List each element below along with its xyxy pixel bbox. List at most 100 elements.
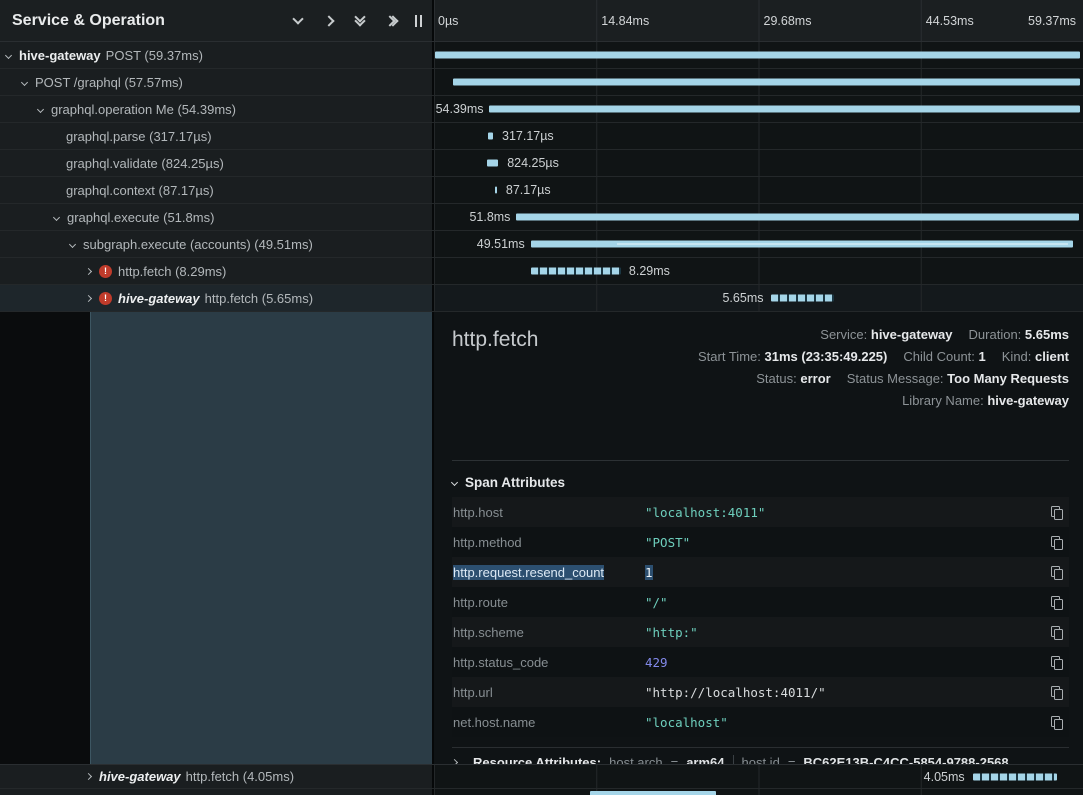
- span-row: subgraph.execute (accounts) (49.51ms) 49…: [0, 231, 1083, 258]
- span-bar-row: [434, 789, 1083, 795]
- span-duration-label: 5.65ms: [722, 291, 763, 305]
- span-bar[interactable]: [973, 773, 1057, 780]
- attr-value: "/": [645, 595, 668, 610]
- span-row: graphql.operation Me (54.39ms) 54.39ms: [0, 96, 1083, 123]
- span-bar[interactable]: [453, 79, 1080, 86]
- span-bar[interactable]: [435, 52, 1080, 59]
- attr-key: http.method: [453, 535, 522, 550]
- span-bar[interactable]: [531, 268, 621, 275]
- copy-icon[interactable]: [1051, 506, 1063, 519]
- attr-row: http.url "http://localhost:4011/": [452, 677, 1069, 707]
- span-bar[interactable]: [531, 241, 1074, 248]
- chevron-down-icon[interactable]: [37, 105, 44, 112]
- copy-icon[interactable]: [1051, 536, 1063, 549]
- meta-status-message: Status Message: Too Many Requests: [847, 368, 1069, 390]
- span-service: hive-gateway: [118, 291, 200, 306]
- span-row: hive-gateway http.fetch (4.05ms) 4.05ms: [0, 764, 1083, 789]
- attr-key: http.scheme: [453, 625, 524, 640]
- trace-viewer: Service & Operation 0µs 14.84ms 29.68ms …: [0, 0, 1083, 795]
- attr-value: 1: [645, 565, 653, 580]
- resource-value: BC62E13B-C4CC-5854-9788-2568…: [803, 755, 1021, 764]
- span-tree-item[interactable]: hive-gateway http.fetch (4.05ms): [0, 765, 434, 788]
- collapse-one-icon[interactable]: [291, 14, 305, 28]
- span-tree-item[interactable]: http.fetch (8.29ms): [0, 258, 434, 284]
- span-bar[interactable]: [487, 160, 498, 167]
- expand-one-icon[interactable]: [322, 14, 336, 28]
- span-tree-item[interactable]: graphql.operation Me (54.39ms): [0, 96, 434, 122]
- panel-resize-handle[interactable]: [415, 15, 422, 27]
- span-tree-item[interactable]: subgraph.execute (accounts) (49.51ms): [0, 231, 434, 257]
- span-duration-label: 54.39ms: [436, 102, 484, 116]
- span-attributes-toggle[interactable]: Span Attributes: [452, 475, 1069, 490]
- chevron-down-icon[interactable]: [53, 213, 60, 220]
- chevron-down-icon: [451, 479, 458, 486]
- span-tree-item[interactable]: graphql.validate (824.25µs): [0, 150, 434, 176]
- span-detail-panel: http.fetch Service: hive-gateway Duratio…: [434, 312, 1083, 764]
- left-panel-header: Service & Operation: [0, 0, 434, 41]
- resource-value: arm64: [686, 755, 724, 764]
- selected-span-indent-region: [0, 312, 434, 764]
- span-duration-label: 4.05ms: [924, 770, 965, 784]
- span-bar[interactable]: [590, 791, 717, 795]
- span-bar-row: 4.05ms: [434, 765, 1083, 788]
- span-duration-label: 51.8ms: [469, 210, 510, 224]
- span-bar[interactable]: [516, 214, 1079, 221]
- resource-attributes-row[interactable]: Resource Attributes: host.arch = arm64 h…: [452, 747, 1069, 764]
- ruler-tick: 59.37ms: [1028, 14, 1076, 28]
- copy-icon[interactable]: [1051, 716, 1063, 729]
- copy-icon[interactable]: [1051, 596, 1063, 609]
- chevron-down-icon[interactable]: [5, 51, 12, 58]
- copy-icon[interactable]: [1051, 686, 1063, 699]
- span-row: hive-gateway POST (59.37ms): [0, 42, 1083, 69]
- span-tree-item[interactable]: [0, 789, 434, 795]
- header-icons: [291, 14, 422, 28]
- copy-icon[interactable]: [1051, 626, 1063, 639]
- separator: [733, 755, 734, 764]
- span-bar-row: 87.17µs: [434, 177, 1083, 203]
- span-bar[interactable]: [489, 106, 1081, 113]
- expand-all-icon[interactable]: [384, 14, 398, 28]
- span-row-partial: [0, 789, 1083, 795]
- span-duration-label: 824.25µs: [507, 156, 559, 170]
- span-bar[interactable]: [495, 187, 497, 194]
- ruler-tick: 14.84ms: [601, 14, 649, 28]
- meta-start-time: Start Time: 31ms (23:35:49.225): [698, 346, 887, 368]
- span-tree-item[interactable]: graphql.execute (51.8ms): [0, 204, 434, 230]
- span-tree-item[interactable]: graphql.context (87.17µs): [0, 177, 434, 203]
- span-tree-item[interactable]: hive-gateway POST (59.37ms): [0, 42, 434, 68]
- span-operation: subgraph.execute (accounts) (49.51ms): [83, 237, 313, 252]
- span-duration-label: 317.17µs: [502, 129, 554, 143]
- span-row: graphql.execute (51.8ms) 51.8ms: [0, 204, 1083, 231]
- chevron-right-icon[interactable]: [85, 267, 92, 274]
- meta-status: Status: error: [756, 368, 830, 390]
- span-bar-row: [434, 42, 1083, 68]
- span-tree-item[interactable]: hive-gateway http.fetch (5.65ms): [0, 285, 434, 311]
- copy-icon[interactable]: [1051, 566, 1063, 579]
- span-tree-item[interactable]: POST /graphql (57.57ms): [0, 69, 434, 95]
- span-bar[interactable]: [771, 295, 833, 302]
- attr-row-selected: http.request.resend_count 1: [452, 557, 1069, 587]
- chevron-right-icon[interactable]: [85, 773, 92, 780]
- attr-value: "localhost:4011": [645, 505, 765, 520]
- span-row: graphql.validate (824.25µs) 824.25µs: [0, 150, 1083, 177]
- chevron-down-icon[interactable]: [69, 240, 76, 247]
- span-row-selected: hive-gateway http.fetch (5.65ms) 5.65ms: [0, 285, 1083, 312]
- span-operation: graphql.operation Me (54.39ms): [51, 102, 236, 117]
- span-bar[interactable]: [488, 133, 493, 140]
- meta-kind: Kind: client: [1002, 346, 1069, 368]
- span-bar-row: 49.51ms: [434, 231, 1083, 257]
- chevron-right-icon[interactable]: [85, 294, 92, 301]
- panel-title: Service & Operation: [12, 12, 165, 30]
- span-duration-label: 87.17µs: [506, 183, 551, 197]
- chevron-down-icon[interactable]: [21, 78, 28, 85]
- ruler-tick: 0µs: [438, 14, 458, 28]
- indent-block: [90, 312, 432, 764]
- span-tree-item[interactable]: graphql.parse (317.17µs): [0, 123, 434, 149]
- attr-row: net.host.name "localhost": [452, 707, 1069, 737]
- span-operation: http.fetch (8.29ms): [118, 264, 226, 279]
- copy-icon[interactable]: [1051, 656, 1063, 669]
- collapse-all-icon[interactable]: [353, 14, 367, 28]
- span-row: graphql.context (87.17µs) 87.17µs: [0, 177, 1083, 204]
- span-row: http.fetch (8.29ms) 8.29ms: [0, 258, 1083, 285]
- resource-attributes-title: Resource Attributes:: [473, 755, 601, 764]
